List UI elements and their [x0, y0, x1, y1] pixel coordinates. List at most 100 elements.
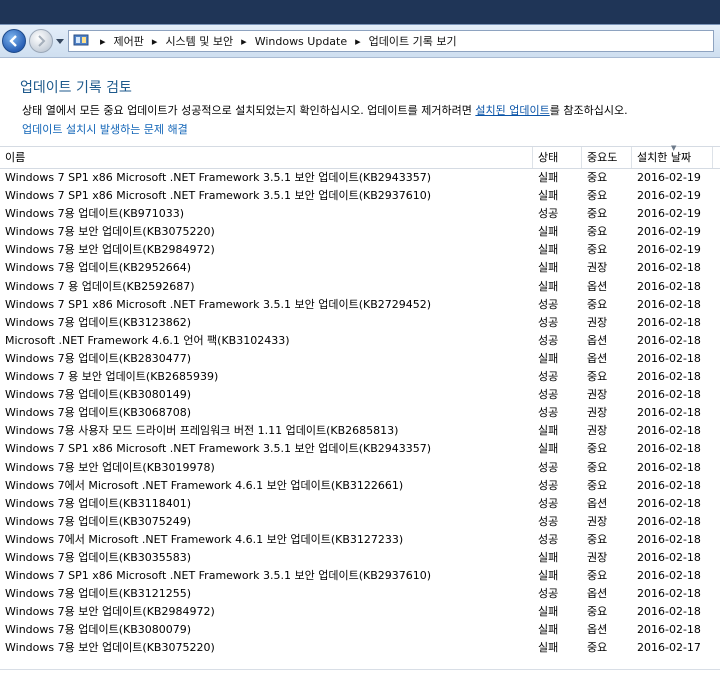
table-row[interactable]: Windows 7용 업데이트(KB3123862) 성공 권장 2016-02-18	[0, 314, 720, 332]
importance-cell: 중요	[587, 207, 608, 221]
status-cell: 실패	[538, 605, 559, 619]
importance-cell: 중요	[587, 460, 608, 474]
importance-cell: 중요	[587, 189, 608, 203]
update-name-cell: Windows 7에서 Microsoft .NET Framework 4.6…	[5, 478, 404, 492]
table-row[interactable]: Windows 7용 보안 업데이트(KB3075220) 실패 중요 2016-02…	[0, 223, 720, 241]
install-date-cell: 2016-02-18	[637, 514, 701, 528]
table-row[interactable]: Windows 7에서 Microsoft .NET Framework 4.6…	[0, 477, 720, 495]
status-cell: 성공	[538, 514, 559, 528]
install-date-cell: 2016-02-17	[637, 641, 701, 655]
update-name-cell: Windows 7 SP1 x86 Microsoft .NET Framewo…	[5, 569, 432, 583]
page-title: 업데이트 기록 검토	[20, 80, 132, 96]
column-header-status[interactable]: 상태	[533, 147, 582, 168]
table-row[interactable]: Windows 7용 보안 업데이트(KB3075220) 실패 중요 2016-02…	[0, 639, 720, 657]
update-name-cell: Windows 7 SP1 x86 Microsoft .NET Framewo…	[5, 297, 432, 311]
table-row[interactable]: Windows 7 용 보안 업데이트(KB2685939) 성공 중요 2016-0…	[0, 368, 720, 386]
status-cell: 성공	[538, 532, 559, 546]
description-text-end: 를 참조하십시오.	[549, 104, 628, 117]
importance-cell: 권장	[587, 424, 608, 438]
table-row[interactable]: Windows 7용 보안 업데이트(KB2984972) 실패 중요 2016-02…	[0, 241, 720, 259]
arrow-right-icon	[38, 35, 46, 47]
importance-cell: 중요	[587, 370, 608, 384]
importance-cell: 중요	[587, 225, 608, 239]
install-date-cell: 2016-02-18	[637, 569, 701, 583]
table-row[interactable]: Windows 7용 업데이트(KB2952664) 실패 권장 2016-02-18	[0, 259, 720, 277]
table-row[interactable]: Windows 7용 업데이트(KB3035583) 실패 권장 2016-02-18	[0, 549, 720, 567]
status-cell: 실패	[538, 225, 559, 239]
importance-cell: 권장	[587, 261, 608, 275]
table-row[interactable]: Windows 7 SP1 x86 Microsoft .NET Framewo…	[0, 567, 720, 585]
table-row[interactable]: Windows 7용 업데이트(KB2830477) 실패 옵션 2016-02-18	[0, 350, 720, 368]
table-row[interactable]: Windows 7에서 Microsoft .NET Framework 4.6…	[0, 531, 720, 549]
recent-pages-button[interactable]	[55, 37, 65, 47]
install-date-cell: 2016-02-18	[637, 605, 701, 619]
importance-cell: 중요	[587, 532, 608, 546]
status-cell: 실패	[538, 442, 559, 456]
back-button[interactable]	[2, 29, 26, 53]
breadcrumb-separator-icon: ▸	[355, 34, 361, 48]
table-row[interactable]: Windows 7용 사용자 모드 드라이버 프레임워크 버전 1.11 업데이…	[0, 422, 720, 440]
table-row[interactable]: Windows 7 SP1 x86 Microsoft .NET Framewo…	[0, 169, 720, 187]
importance-cell: 옵션	[587, 496, 608, 510]
sort-descending-icon: ▼	[671, 144, 677, 152]
update-name-cell: Windows 7용 사용자 모드 드라이버 프레임워크 버전 1.11 업데이…	[5, 424, 399, 438]
update-history-table: 이름 상태 중요도 설치한 날짜 ▼ Windows 7 SP1 x86 Mic…	[0, 144, 720, 658]
update-name-cell: Windows 7용 업데이트(KB3118401)	[5, 496, 192, 510]
status-cell: 성공	[538, 333, 559, 347]
column-header-importance[interactable]: 중요도	[582, 147, 632, 168]
control-panel-icon	[73, 34, 89, 46]
breadcrumb-item-windows-update[interactable]: Windows Update	[255, 35, 347, 48]
troubleshoot-link[interactable]: 업데이트 설치시 발생하는 문제 해결	[22, 121, 188, 137]
status-cell: 성공	[538, 297, 559, 311]
table-row[interactable]: Windows 7용 업데이트(KB3118401) 성공 옵션 2016-02-18	[0, 495, 720, 513]
install-date-cell: 2016-02-18	[637, 550, 701, 564]
status-cell: 성공	[538, 478, 559, 492]
address-bar: ▸ 제어판 ▸ 시스템 및 보안 ▸ Windows Update ▸ 업데이트…	[0, 24, 720, 58]
status-cell: 실패	[538, 550, 559, 564]
page-description: 상태 열에서 모든 중요 업데이트가 성공적으로 설치되었는지 확인하십시오. …	[22, 102, 628, 118]
table-row[interactable]: Windows 7용 업데이트(KB3075249) 성공 권장 2016-02-18	[0, 513, 720, 531]
importance-cell: 중요	[587, 605, 608, 619]
table-row[interactable]: Windows 7 SP1 x86 Microsoft .NET Framewo…	[0, 296, 720, 314]
status-cell: 성공	[538, 315, 559, 329]
status-cell: 성공	[538, 460, 559, 474]
table-row[interactable]: Windows 7 SP1 x86 Microsoft .NET Framewo…	[0, 187, 720, 205]
install-date-cell: 2016-02-18	[637, 442, 701, 456]
table-row[interactable]: Windows 7용 보안 업데이트(KB2984972) 실패 중요 2016-02…	[0, 603, 720, 621]
install-date-cell: 2016-02-18	[637, 424, 701, 438]
update-name-cell: Windows 7용 업데이트(KB2830477)	[5, 351, 192, 365]
importance-cell: 권장	[587, 550, 608, 564]
update-name-cell: Windows 7용 업데이트(KB2952664)	[5, 261, 192, 275]
breadcrumb-item-control-panel[interactable]: 제어판	[114, 33, 144, 49]
column-header-name[interactable]: 이름	[0, 147, 533, 168]
table-row[interactable]: Windows 7 SP1 x86 Microsoft .NET Framewo…	[0, 440, 720, 458]
table-row[interactable]: Windows 7용 업데이트(KB3121255) 성공 옵션 2016-02-18	[0, 585, 720, 603]
importance-cell: 권장	[587, 315, 608, 329]
status-cell: 성공	[538, 406, 559, 420]
installed-updates-link[interactable]: 설치된 업데이트	[475, 104, 549, 117]
table-row[interactable]: Microsoft .NET Framework 4.6.1 언어 팩(KB31…	[0, 332, 720, 350]
update-name-cell: Windows 7용 보안 업데이트(KB3075220)	[5, 225, 215, 239]
update-name-cell: Windows 7용 보안 업데이트(KB2984972)	[5, 243, 215, 257]
table-row[interactable]: Windows 7용 업데이트(KB3068708) 성공 권장 2016-02-18	[0, 404, 720, 422]
importance-cell: 중요	[587, 569, 608, 583]
install-date-cell: 2016-02-18	[637, 370, 701, 384]
table-row[interactable]: Windows 7용 업데이트(KB3080079) 실패 옵션 2016-02-18	[0, 621, 720, 639]
table-header: 이름 상태 중요도 설치한 날짜 ▼	[0, 144, 720, 169]
table-row[interactable]: Windows 7용 보안 업데이트(KB3019978) 성공 중요 2016-02…	[0, 459, 720, 477]
breadcrumb-item-view-history[interactable]: 업데이트 기록 보기	[369, 33, 457, 49]
update-name-cell: Windows 7 용 보안 업데이트(KB2685939)	[5, 370, 219, 384]
breadcrumb[interactable]: ▸ 제어판 ▸ 시스템 및 보안 ▸ Windows Update ▸ 업데이트…	[68, 30, 714, 52]
breadcrumb-item-system-security[interactable]: 시스템 및 보안	[165, 33, 233, 49]
status-cell: 성공	[538, 496, 559, 510]
importance-cell: 옵션	[587, 333, 608, 347]
forward-button[interactable]	[29, 29, 53, 53]
status-cell: 성공	[538, 370, 559, 384]
table-row[interactable]: Windows 7용 업데이트(KB971033) 성공 중요 2016-02-19	[0, 205, 720, 223]
table-row[interactable]: Windows 7 용 업데이트(KB2592687) 실패 옵션 2016-02-1…	[0, 278, 720, 296]
importance-cell: 권장	[587, 514, 608, 528]
update-name-cell: Windows 7용 보안 업데이트(KB3075220)	[5, 641, 215, 655]
install-date-cell: 2016-02-18	[637, 478, 701, 492]
update-name-cell: Windows 7용 업데이트(KB3123862)	[5, 315, 192, 329]
table-row[interactable]: Windows 7용 업데이트(KB3080149) 성공 권장 2016-02-18	[0, 386, 720, 404]
